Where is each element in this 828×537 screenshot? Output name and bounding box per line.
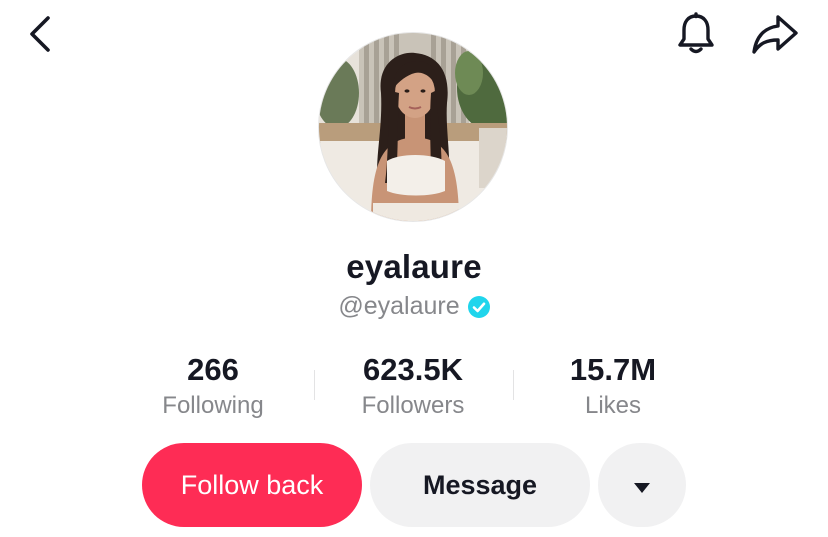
back-button[interactable]	[20, 14, 60, 58]
handle-row: @eyalaure	[0, 292, 828, 321]
bell-icon	[675, 11, 717, 61]
username-handle: @eyalaure	[338, 292, 460, 320]
likes-count: 15.7M	[569, 352, 657, 387]
followers-count: 623.5K	[363, 352, 463, 387]
share-button[interactable]	[748, 12, 802, 60]
message-button[interactable]: Message	[370, 443, 590, 527]
profile-stats: 266 Following 623.5K Followers 15.7M Lik…	[0, 350, 828, 430]
chevron-left-icon	[28, 15, 52, 58]
share-arrow-icon	[750, 13, 800, 60]
stat-followers[interactable]: 623.5K Followers	[313, 350, 513, 422]
followers-label: Followers	[361, 392, 465, 419]
likes-label: Likes	[584, 392, 642, 419]
avatar-photo	[319, 33, 507, 221]
avatar[interactable]	[318, 32, 508, 222]
verified-badge-icon	[467, 295, 490, 318]
more-options-button[interactable]	[598, 443, 686, 527]
display-name: eyalaure	[346, 248, 482, 285]
stat-likes[interactable]: 15.7M Likes	[513, 350, 713, 422]
follow-back-button[interactable]: Follow back	[142, 443, 362, 527]
notification-bell-button[interactable]	[672, 11, 720, 61]
caret-down-icon	[633, 470, 651, 501]
following-label: Following	[162, 392, 264, 419]
following-count: 266	[187, 352, 239, 387]
stat-following[interactable]: 266 Following	[113, 350, 313, 422]
